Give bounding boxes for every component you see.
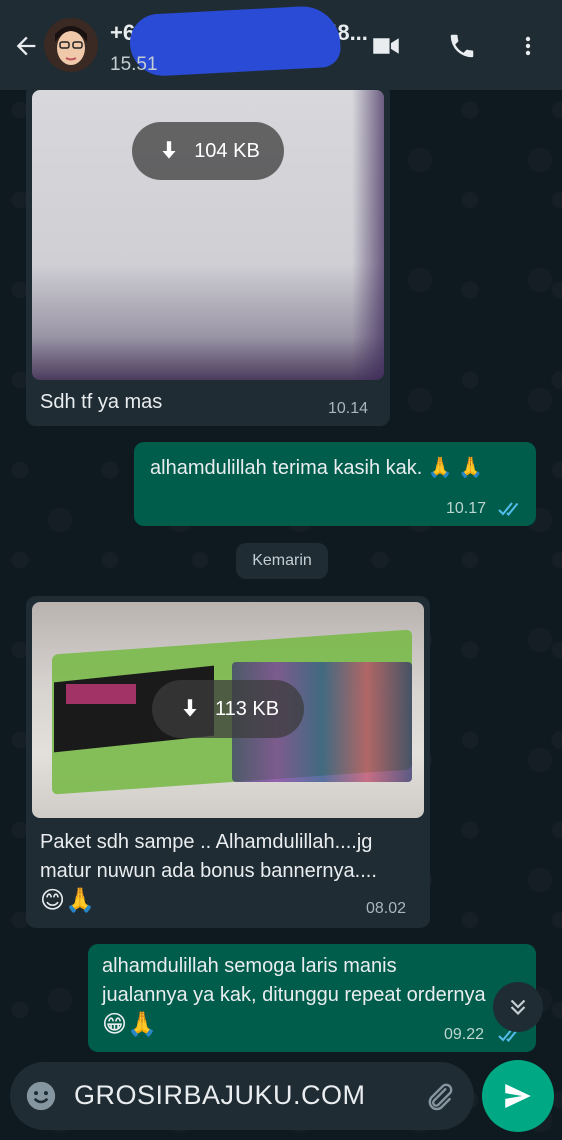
download-button[interactable]: 113 KB: [152, 680, 304, 738]
download-icon: [183, 699, 197, 717]
message-caption-line: Paket sdh sampe .. Alhamdulillah....jg: [40, 831, 373, 853]
message-composer: [10, 1062, 474, 1130]
video-call-icon[interactable]: [368, 28, 404, 64]
send-icon: [505, 1083, 531, 1109]
message-time: 10.17: [446, 500, 487, 517]
download-icon: [162, 141, 176, 159]
send-button[interactable]: [482, 1060, 554, 1132]
message-time: 09.22: [444, 1026, 485, 1043]
scroll-to-bottom-button[interactable]: [493, 982, 543, 1032]
outgoing-message[interactable]: alhamdulillah terima kasih kak. 🙏 🙏 10.1…: [134, 442, 536, 526]
media-size: 113 KB: [214, 697, 280, 720]
message-text: alhamdulillah terima kasih kak. 🙏 🙏: [150, 457, 484, 479]
emoji-icon[interactable]: [24, 1079, 58, 1113]
message-text-line: alhamdulillah semoga laris manis: [102, 955, 397, 977]
incoming-message[interactable]: 113 KB Paket sdh sampe .. Alhamdulillah.…: [26, 596, 430, 928]
redaction-mark: [128, 4, 342, 78]
paperclip-icon[interactable]: [422, 1080, 456, 1114]
chat-header: +6 48... 15.51: [0, 0, 562, 90]
message-text-emoji: 😁🙏: [102, 1011, 157, 1038]
image-thumbnail[interactable]: 104 KB: [32, 90, 384, 380]
more-icon[interactable]: [510, 28, 546, 64]
message-caption: Sdh tf ya mas: [40, 391, 163, 413]
date-divider: Kemarin: [236, 543, 328, 579]
message-text-line: jualannya ya kak, ditunggu repeat ordern…: [102, 984, 486, 1006]
media-size: 104 KB: [194, 139, 260, 162]
double-check-icon: [498, 502, 519, 516]
download-button[interactable]: 104 KB: [132, 122, 284, 180]
message-time: 08.02: [366, 900, 407, 917]
phone-icon[interactable]: [444, 28, 480, 64]
message-input[interactable]: [74, 1080, 404, 1111]
last-seen-status: 15.51: [110, 54, 158, 75]
image-thumbnail[interactable]: 113 KB: [32, 602, 424, 818]
message-time: 10.14: [328, 400, 369, 417]
avatar[interactable]: [44, 18, 98, 72]
message-caption-line: matur nuwun ada bonus bannernya....: [40, 860, 377, 882]
outgoing-message[interactable]: alhamdulillah semoga laris manis jualann…: [88, 944, 536, 1052]
chevron-double-down-icon: [510, 999, 526, 1016]
back-arrow-icon[interactable]: [8, 28, 44, 64]
message-caption-emoji: 😊🙏: [40, 887, 95, 914]
incoming-message[interactable]: 104 KB Sdh tf ya mas 10.14: [26, 84, 390, 426]
